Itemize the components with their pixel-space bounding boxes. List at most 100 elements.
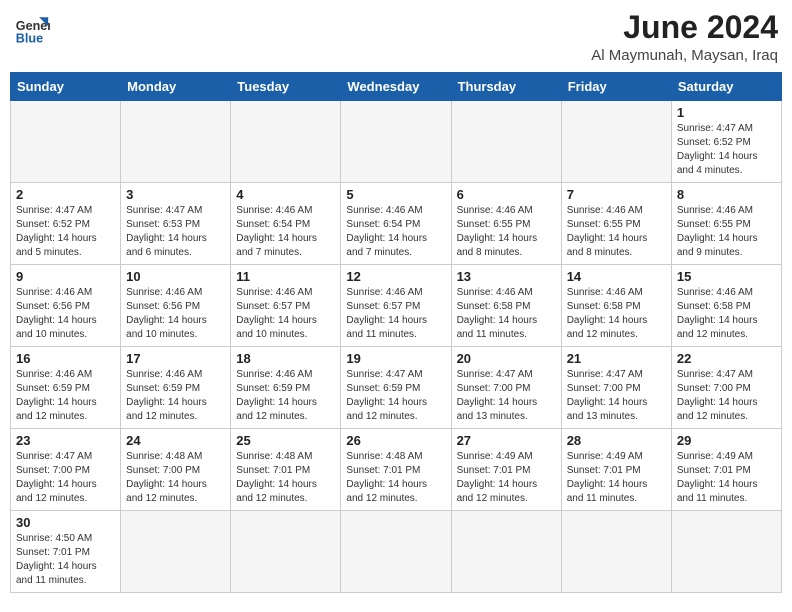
day-number: 20 <box>457 351 556 366</box>
day-number: 1 <box>677 105 776 120</box>
day-info: Sunrise: 4:47 AM Sunset: 7:00 PM Dayligh… <box>677 368 776 424</box>
table-row: 15Sunrise: 4:46 AM Sunset: 6:58 PM Dayli… <box>671 265 781 347</box>
day-number: 9 <box>16 269 115 284</box>
day-number: 15 <box>677 269 776 284</box>
day-number: 4 <box>236 187 335 202</box>
day-number: 10 <box>126 269 225 284</box>
logo: General Blue <box>14 10 50 46</box>
table-row: 4 Sunrise: 4:46 AM Sunset: 6:54 PM Daylig… <box>231 183 341 265</box>
day-info: Sunrise: 4:48 AM Sunset: 7:01 PM Dayligh… <box>236 450 335 506</box>
day-info: Sunrise: 4:49 AM Sunset: 7:01 PM Dayligh… <box>567 450 666 506</box>
day-info: Sunrise: 4:49 AM Sunset: 7:01 PM Dayligh… <box>457 450 556 506</box>
day-info: Sunrise: 4:46 AM Sunset: 6:54 PM Dayligh… <box>236 204 335 260</box>
table-row: 1 Sunrise: 4:47 AM Sunset: 6:52 PM Daylig… <box>671 101 781 183</box>
calendar-week-row: 2 Sunrise: 4:47 AM Sunset: 6:52 PM Daylig… <box>11 183 782 265</box>
title-area: June 2024 Al Maymunah, Maysan, Iraq <box>591 10 778 64</box>
day-number: 26 <box>346 433 445 448</box>
table-row: 5Sunrise: 4:46 AM Sunset: 6:54 PM Daylig… <box>341 183 451 265</box>
day-info: Sunrise: 4:46 AM Sunset: 6:55 PM Dayligh… <box>457 204 556 260</box>
day-info: Sunrise: 4:49 AM Sunset: 7:01 PM Dayligh… <box>677 450 776 506</box>
table-row: 29 Sunrise: 4:49 AM Sunset: 7:01 PM Dayli… <box>671 429 781 511</box>
table-row: 16 Sunrise: 4:46 AM Sunset: 6:59 PM Dayli… <box>11 347 121 429</box>
day-number: 11 <box>236 269 335 284</box>
table-row <box>561 511 671 593</box>
header-saturday: Saturday <box>671 73 781 101</box>
table-row: 20 Sunrise: 4:47 AM Sunset: 7:00 PM Dayli… <box>451 347 561 429</box>
day-info: Sunrise: 4:47 AM Sunset: 6:52 PM Dayligh… <box>16 204 115 260</box>
day-number: 3 <box>126 187 225 202</box>
table-row: 12 Sunrise: 4:46 AM Sunset: 6:57 PM Dayli… <box>341 265 451 347</box>
day-info: Sunrise: 4:46 AM Sunset: 6:58 PM Dayligh… <box>457 286 556 342</box>
day-number: 22 <box>677 351 776 366</box>
day-info: Sunrise: 4:46 AM Sunset: 6:55 PM Dayligh… <box>677 204 776 260</box>
day-number: 6 <box>457 187 556 202</box>
header-monday: Monday <box>121 73 231 101</box>
table-row: 19Sunrise: 4:47 AM Sunset: 6:59 PM Dayli… <box>341 347 451 429</box>
weekday-header-row: Sunday Monday Tuesday Wednesday Thursday… <box>11 73 782 101</box>
table-row: 28 Sunrise: 4:49 AM Sunset: 7:01 PM Dayli… <box>561 429 671 511</box>
header-thursday: Thursday <box>451 73 561 101</box>
table-row: 2 Sunrise: 4:47 AM Sunset: 6:52 PM Daylig… <box>11 183 121 265</box>
page-header: General Blue June 2024 Al Maymunah, Mays… <box>10 10 782 64</box>
day-info: Sunrise: 4:47 AM Sunset: 6:53 PM Dayligh… <box>126 204 225 260</box>
day-info: Sunrise: 4:46 AM Sunset: 6:55 PM Dayligh… <box>567 204 666 260</box>
table-row: 11Sunrise: 4:46 AM Sunset: 6:57 PM Dayli… <box>231 265 341 347</box>
table-row <box>341 101 451 183</box>
day-info: Sunrise: 4:46 AM Sunset: 6:57 PM Dayligh… <box>346 286 445 342</box>
calendar-week-row: 16 Sunrise: 4:46 AM Sunset: 6:59 PM Dayli… <box>11 347 782 429</box>
day-info: Sunrise: 4:47 AM Sunset: 7:00 PM Dayligh… <box>457 368 556 424</box>
day-info: Sunrise: 4:48 AM Sunset: 7:00 PM Dayligh… <box>126 450 225 506</box>
day-info: Sunrise: 4:46 AM Sunset: 6:58 PM Dayligh… <box>567 286 666 342</box>
day-info: Sunrise: 4:50 AM Sunset: 7:01 PM Dayligh… <box>16 532 115 588</box>
day-number: 17 <box>126 351 225 366</box>
header-friday: Friday <box>561 73 671 101</box>
day-number: 14 <box>567 269 666 284</box>
location-title: Al Maymunah, Maysan, Iraq <box>591 47 778 64</box>
day-number: 2 <box>16 187 115 202</box>
table-row: 27 Sunrise: 4:49 AM Sunset: 7:01 PM Dayli… <box>451 429 561 511</box>
day-number: 28 <box>567 433 666 448</box>
calendar-week-row: 1 Sunrise: 4:47 AM Sunset: 6:52 PM Daylig… <box>11 101 782 183</box>
table-row: 30 Sunrise: 4:50 AM Sunset: 7:01 PM Dayli… <box>11 511 121 593</box>
header-tuesday: Tuesday <box>231 73 341 101</box>
day-info: Sunrise: 4:47 AM Sunset: 6:52 PM Dayligh… <box>677 122 776 178</box>
calendar-week-row: 23Sunrise: 4:47 AM Sunset: 7:00 PM Dayli… <box>11 429 782 511</box>
table-row: 9 Sunrise: 4:46 AM Sunset: 6:56 PM Daylig… <box>11 265 121 347</box>
table-row: 10 Sunrise: 4:46 AM Sunset: 6:56 PM Dayli… <box>121 265 231 347</box>
table-row <box>451 511 561 593</box>
table-row: 7 Sunrise: 4:46 AM Sunset: 6:55 PM Daylig… <box>561 183 671 265</box>
table-row: 22 Sunrise: 4:47 AM Sunset: 7:00 PM Dayli… <box>671 347 781 429</box>
day-number: 7 <box>567 187 666 202</box>
day-info: Sunrise: 4:48 AM Sunset: 7:01 PM Dayligh… <box>346 450 445 506</box>
table-row <box>451 101 561 183</box>
day-number: 8 <box>677 187 776 202</box>
calendar-week-row: 30 Sunrise: 4:50 AM Sunset: 7:01 PM Dayli… <box>11 511 782 593</box>
table-row <box>231 511 341 593</box>
day-number: 27 <box>457 433 556 448</box>
day-info: Sunrise: 4:47 AM Sunset: 7:00 PM Dayligh… <box>567 368 666 424</box>
table-row: 6 Sunrise: 4:46 AM Sunset: 6:55 PM Daylig… <box>451 183 561 265</box>
day-number: 24 <box>126 433 225 448</box>
day-number: 29 <box>677 433 776 448</box>
table-row: 14 Sunrise: 4:46 AM Sunset: 6:58 PM Dayli… <box>561 265 671 347</box>
day-number: 30 <box>16 515 115 530</box>
day-info: Sunrise: 4:46 AM Sunset: 6:54 PM Dayligh… <box>346 204 445 260</box>
table-row: 3 Sunrise: 4:47 AM Sunset: 6:53 PM Daylig… <box>121 183 231 265</box>
day-number: 16 <box>16 351 115 366</box>
day-number: 19 <box>346 351 445 366</box>
day-info: Sunrise: 4:47 AM Sunset: 7:00 PM Dayligh… <box>16 450 115 506</box>
day-info: Sunrise: 4:46 AM Sunset: 6:59 PM Dayligh… <box>16 368 115 424</box>
day-number: 21 <box>567 351 666 366</box>
table-row: 8 Sunrise: 4:46 AM Sunset: 6:55 PM Daylig… <box>671 183 781 265</box>
day-info: Sunrise: 4:46 AM Sunset: 6:56 PM Dayligh… <box>126 286 225 342</box>
table-row: 23Sunrise: 4:47 AM Sunset: 7:00 PM Dayli… <box>11 429 121 511</box>
month-title: June 2024 <box>591 10 778 45</box>
day-number: 25 <box>236 433 335 448</box>
calendar-table: Sunday Monday Tuesday Wednesday Thursday… <box>10 72 782 593</box>
day-number: 12 <box>346 269 445 284</box>
table-row <box>121 101 231 183</box>
day-info: Sunrise: 4:46 AM Sunset: 6:56 PM Dayligh… <box>16 286 115 342</box>
table-row <box>231 101 341 183</box>
table-row <box>121 511 231 593</box>
table-row <box>561 101 671 183</box>
